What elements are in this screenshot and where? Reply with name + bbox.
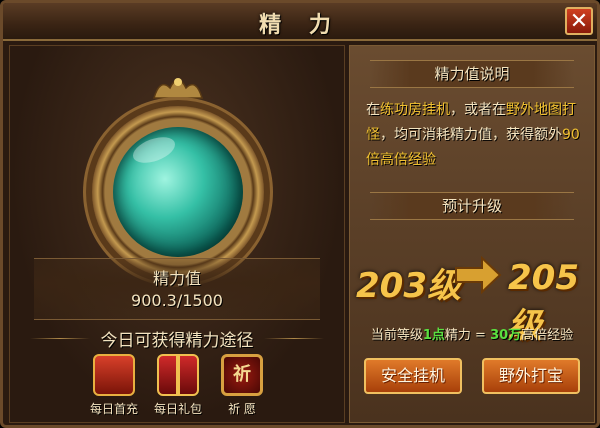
gift-box-icon	[157, 354, 199, 396]
way-daily-gift[interactable]: 每日礼包	[148, 354, 208, 420]
current-rate: 当前等级1点精力 = 30万高倍经验	[350, 324, 594, 343]
rate-text: 当前等级	[370, 328, 423, 343]
forecast-title: 预计升级	[370, 192, 574, 220]
energy-label: 精力值	[152, 269, 201, 288]
energy-orb	[113, 127, 243, 257]
rate-number: 1点	[422, 328, 445, 343]
field-treasure-button[interactable]: 野外打宝	[482, 358, 580, 394]
way-label: 每日礼包	[153, 402, 202, 416]
level-from: 203级	[356, 266, 461, 306]
energy-panel: 精力值 900.3/1500 今日可获得精力途径 每日首充 每日礼包 祈 祈 愿	[9, 45, 345, 423]
arrow-right-icon	[455, 256, 502, 294]
title-bar: 精 力 ✕	[3, 3, 597, 41]
desc-text: 在	[366, 102, 380, 118]
desc-highlight: 练功房挂机	[380, 102, 450, 118]
explain-title: 精力值说明	[370, 60, 574, 88]
way-label: 祈 愿	[228, 402, 256, 416]
crown-ornament-icon	[152, 78, 204, 99]
close-icon: ✕	[569, 9, 589, 34]
desc-text: ，均可消耗精力值，获得额外	[380, 127, 562, 143]
treasure-chest-icon	[93, 354, 135, 396]
energy-window: 精 力 ✕ 精力值 900.3/1500 今日可获得精力途径 每日首充 每日礼包…	[0, 0, 600, 428]
desc-text: ，或者在	[450, 102, 506, 118]
pray-icon: 祈	[221, 354, 263, 396]
rate-number: 30万	[490, 328, 522, 343]
explain-text: 在练功房挂机，或者在野外地图打怪，均可消耗精力值，获得额外90倍高倍经验	[366, 98, 588, 173]
way-pray[interactable]: 祈 祈 愿	[212, 354, 272, 420]
divider-right	[264, 338, 324, 339]
info-panel: 精力值说明 在练功房挂机，或者在野外地图打怪，均可消耗精力值，获得额外90倍高倍…	[349, 45, 595, 423]
energy-value: 900.3/1500	[131, 291, 223, 310]
close-button[interactable]: ✕	[565, 7, 593, 35]
safe-afk-button[interactable]: 安全挂机	[364, 358, 462, 394]
rate-text: 精力 =	[444, 328, 491, 343]
energy-plate: 精力值 900.3/1500	[34, 258, 320, 320]
way-daily-first-charge[interactable]: 每日首充	[84, 354, 144, 420]
way-label: 每日首充	[89, 402, 138, 416]
rate-text: 高倍经验	[521, 328, 574, 343]
window-title: 精 力	[259, 13, 341, 38]
